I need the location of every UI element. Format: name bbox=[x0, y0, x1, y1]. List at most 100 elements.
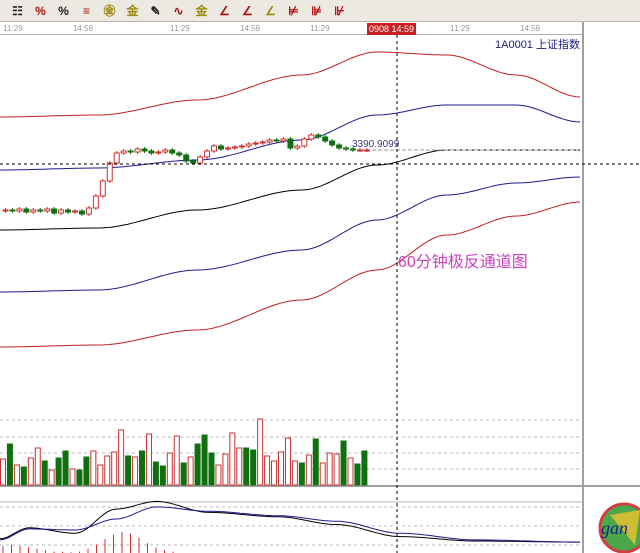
volume-bar bbox=[250, 449, 257, 486]
candle-body bbox=[190, 160, 197, 164]
candle-body bbox=[238, 145, 245, 148]
candle-body bbox=[58, 209, 65, 214]
volume-bar bbox=[180, 462, 187, 486]
volume-bar bbox=[139, 450, 145, 486]
candle-body bbox=[356, 149, 363, 152]
candle-body bbox=[197, 156, 204, 164]
candle-body bbox=[16, 208, 23, 212]
macd-dea-line bbox=[0, 506, 580, 543]
volume-bar bbox=[118, 429, 125, 486]
price-readout: 3390.9099 bbox=[352, 139, 400, 150]
volume-bar bbox=[173, 435, 180, 486]
candle-body bbox=[169, 149, 176, 154]
volume-bar bbox=[243, 447, 250, 486]
candle-body bbox=[280, 138, 287, 142]
gan-logo-text: gan bbox=[601, 518, 628, 538]
volume-bar bbox=[20, 466, 27, 486]
lower-inner-band bbox=[0, 176, 581, 293]
candle-body bbox=[245, 143, 252, 147]
volume-bar bbox=[229, 432, 236, 486]
candle-body bbox=[99, 180, 106, 197]
volume-bar bbox=[194, 443, 201, 486]
candle-body bbox=[301, 138, 308, 147]
volume-bar bbox=[236, 447, 243, 486]
candle-body bbox=[85, 207, 92, 215]
volume-bar bbox=[312, 438, 319, 486]
candle-body bbox=[252, 142, 259, 145]
volume-bar bbox=[41, 460, 48, 486]
volume-bar bbox=[305, 454, 312, 486]
candle-body bbox=[30, 209, 37, 213]
lower-outer-band bbox=[0, 201, 581, 348]
candle-body bbox=[273, 139, 280, 142]
upper-outer-band bbox=[0, 51, 581, 118]
volume-bar bbox=[111, 451, 118, 486]
middle-band bbox=[0, 149, 580, 231]
volume-bar bbox=[222, 453, 229, 486]
volume-bar bbox=[361, 450, 368, 486]
volume-bar bbox=[298, 462, 305, 486]
candle-body bbox=[37, 209, 44, 212]
volume-bar bbox=[278, 451, 284, 486]
volume-bar bbox=[201, 434, 208, 486]
volume-bar bbox=[27, 457, 34, 486]
volume-bar bbox=[354, 463, 361, 486]
candle-body bbox=[259, 141, 266, 144]
volume-bar bbox=[257, 418, 264, 486]
volume-bar bbox=[347, 457, 354, 486]
candle-body bbox=[329, 140, 336, 146]
chart-annotation: 60分钟极反通道图 bbox=[398, 254, 528, 271]
candle-body bbox=[51, 208, 58, 214]
candle-body bbox=[78, 210, 85, 215]
volume-bar bbox=[166, 452, 173, 486]
candle-body bbox=[294, 145, 301, 149]
candle-body bbox=[204, 150, 211, 158]
volume-bar bbox=[271, 460, 278, 486]
candle-body bbox=[287, 138, 294, 149]
volume-bar bbox=[83, 456, 90, 486]
volume-bar bbox=[145, 433, 152, 486]
candle-body bbox=[127, 150, 134, 153]
volume-bar bbox=[55, 457, 62, 486]
candle-body bbox=[211, 145, 217, 152]
candle-body bbox=[9, 209, 16, 212]
candle-body bbox=[315, 134, 322, 138]
volume-bar bbox=[326, 452, 333, 486]
volume-bar bbox=[48, 469, 55, 486]
volume-bar bbox=[90, 450, 97, 486]
volume-bar bbox=[132, 456, 139, 486]
volume-bar bbox=[152, 461, 159, 486]
candle-body bbox=[2, 209, 9, 212]
candle-body bbox=[176, 152, 183, 156]
volume-bar bbox=[208, 452, 215, 486]
candle-body bbox=[106, 162, 113, 182]
candle-body bbox=[308, 134, 315, 140]
chart-canvas[interactable]: gan bbox=[0, 0, 640, 553]
volume-bar bbox=[34, 447, 41, 486]
volume-bar bbox=[284, 437, 291, 486]
candle-body bbox=[120, 150, 127, 154]
candle-body bbox=[134, 148, 141, 153]
volume-bar bbox=[159, 465, 166, 486]
candle-body bbox=[141, 148, 148, 152]
volume-bar bbox=[13, 464, 20, 486]
volume-bar bbox=[333, 453, 340, 486]
volume-bar bbox=[291, 460, 298, 486]
candle-body bbox=[162, 149, 169, 153]
candle-body bbox=[363, 149, 370, 152]
volume-bar bbox=[76, 469, 83, 486]
volume-bar bbox=[187, 456, 194, 486]
volume-bar bbox=[97, 464, 104, 486]
volume-bar bbox=[0, 458, 6, 486]
volume-bar bbox=[125, 455, 132, 486]
candle-body bbox=[343, 147, 350, 150]
volume-bar bbox=[62, 450, 69, 486]
candle-body bbox=[155, 151, 162, 154]
volume-bar bbox=[319, 462, 326, 486]
candle-body bbox=[113, 152, 120, 164]
candle-body bbox=[322, 136, 329, 142]
candle-body bbox=[72, 210, 78, 213]
candle-body bbox=[44, 208, 51, 212]
volume-bar bbox=[264, 455, 271, 486]
candle-body bbox=[231, 146, 238, 149]
